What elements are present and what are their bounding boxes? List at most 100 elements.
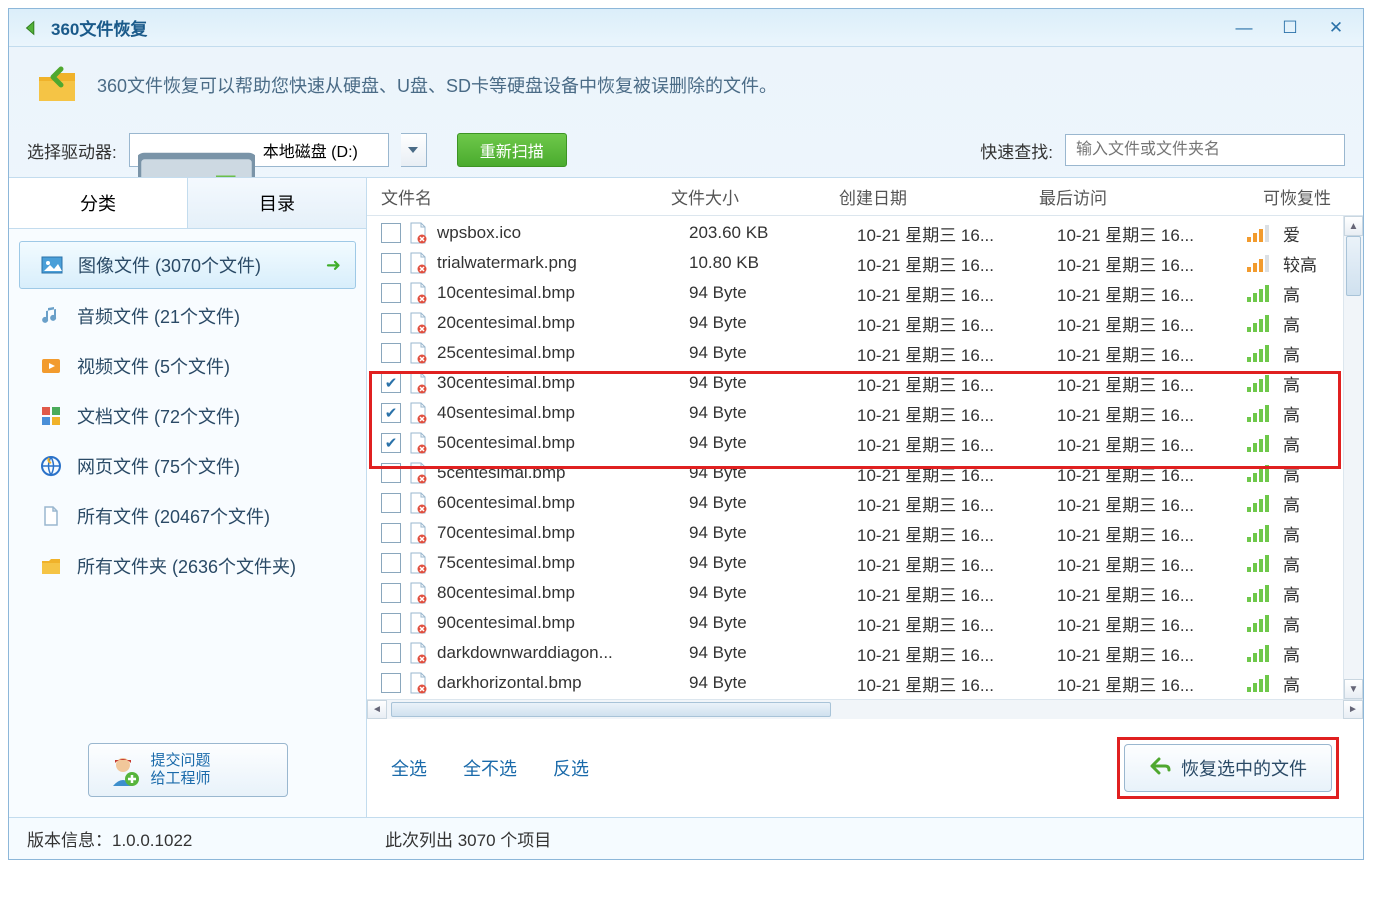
category-label: 文档文件 (72个文件) — [77, 403, 240, 429]
category-item[interactable]: 网页文件 (75个文件) — [9, 441, 366, 491]
drive-dropdown-button[interactable] — [401, 133, 427, 167]
arrow-right-icon: ➜ — [326, 255, 341, 276]
row-checkbox[interactable] — [381, 283, 401, 303]
table-row[interactable]: trialwatermark.png10.80 KB10-21 星期三 16..… — [367, 248, 1363, 278]
scroll-down-button[interactable]: ▼ — [1344, 679, 1363, 699]
row-checkbox[interactable] — [381, 583, 401, 603]
access-date: 10-21 星期三 16... — [1057, 521, 1247, 546]
table-row[interactable]: 20centesimal.bmp94 Byte10-21 星期三 16...10… — [367, 308, 1363, 338]
filename: 40sentesimal.bmp — [437, 403, 689, 423]
created-date: 10-21 星期三 16... — [857, 671, 1057, 696]
table-row[interactable]: ✔40sentesimal.bmp94 Byte10-21 星期三 16...1… — [367, 398, 1363, 428]
row-checkbox[interactable] — [381, 643, 401, 663]
category-item[interactable]: 图像文件 (3070个文件) ➜ — [19, 241, 356, 289]
row-checkbox[interactable] — [381, 493, 401, 513]
category-item[interactable]: 文档文件 (72个文件) — [9, 391, 366, 441]
row-checkbox[interactable] — [381, 223, 401, 243]
scroll-left-button[interactable]: ◄ — [367, 700, 387, 719]
created-date: 10-21 星期三 16... — [857, 341, 1057, 366]
row-checkbox[interactable]: ✔ — [381, 403, 401, 423]
filesize: 94 Byte — [689, 373, 857, 393]
row-checkbox[interactable]: ✔ — [381, 433, 401, 453]
access-date: 10-21 星期三 16... — [1057, 491, 1247, 516]
search-input[interactable] — [1065, 134, 1345, 166]
horizontal-scrollbar[interactable]: ◄ ► — [367, 699, 1363, 719]
table-row[interactable]: 5centesimal.bmp94 Byte10-21 星期三 16...10-… — [367, 458, 1363, 488]
sidebar-footer: 提交问题 给工程师 — [9, 723, 366, 817]
row-checkbox[interactable] — [381, 553, 401, 573]
drive-select[interactable]: 本地磁盘 (D:) — [129, 133, 389, 167]
table-row[interactable]: darkdownwarddiagon...94 Byte10-21 星期三 16… — [367, 638, 1363, 668]
select-none-link[interactable]: 全不选 — [463, 755, 517, 781]
file-deleted-icon — [409, 222, 427, 244]
file-deleted-icon — [409, 582, 427, 604]
category-label: 图像文件 (3070个文件) — [78, 252, 261, 278]
table-row[interactable]: wpsbox.ico203.60 KB10-21 星期三 16...10-21 … — [367, 218, 1363, 248]
status-version: 版本信息：1.0.0.1022 — [27, 826, 385, 851]
file-deleted-icon — [409, 462, 427, 484]
table-row[interactable]: 75centesimal.bmp94 Byte10-21 星期三 16...10… — [367, 548, 1363, 578]
rescan-button[interactable]: 重新扫描 — [457, 133, 567, 167]
row-checkbox[interactable] — [381, 613, 401, 633]
table-row[interactable]: darkupwarddiagonal...94 Byte10-21 星期三 16… — [367, 698, 1363, 699]
category-item[interactable]: 视频文件 (5个文件) — [9, 341, 366, 391]
close-button[interactable]: ✕ — [1313, 15, 1359, 41]
tab-category[interactable]: 分类 — [9, 178, 188, 228]
row-checkbox[interactable] — [381, 313, 401, 333]
search-label: 快速查找: — [980, 138, 1053, 163]
filesize: 94 Byte — [689, 613, 857, 633]
category-icon — [39, 504, 63, 528]
vertical-scrollbar[interactable]: ▲ ▼ — [1343, 216, 1363, 699]
scroll-up-button[interactable]: ▲ — [1344, 216, 1363, 236]
row-checkbox[interactable]: ✔ — [381, 373, 401, 393]
tab-directory[interactable]: 目录 — [188, 178, 366, 228]
col-created[interactable]: 创建日期 — [839, 184, 1039, 209]
created-date: 10-21 星期三 16... — [857, 491, 1057, 516]
file-deleted-icon — [409, 252, 427, 274]
row-checkbox[interactable] — [381, 253, 401, 273]
table-row[interactable]: 10centesimal.bmp94 Byte10-21 星期三 16...10… — [367, 278, 1363, 308]
row-checkbox[interactable] — [381, 523, 401, 543]
access-date: 10-21 星期三 16... — [1057, 581, 1247, 606]
col-recoverability[interactable]: 可恢复性 — [1229, 184, 1353, 209]
row-checkbox[interactable] — [381, 463, 401, 483]
signal-icon — [1247, 315, 1283, 332]
table-row[interactable]: 60centesimal.bmp94 Byte10-21 星期三 16...10… — [367, 488, 1363, 518]
file-deleted-icon — [409, 612, 427, 634]
table-row[interactable]: darkhorizontal.bmp94 Byte10-21 星期三 16...… — [367, 668, 1363, 698]
category-item[interactable]: 所有文件 (20467个文件) — [9, 491, 366, 541]
table-row[interactable]: ✔30centesimal.bmp94 Byte10-21 星期三 16...1… — [367, 368, 1363, 398]
minimize-button[interactable]: — — [1221, 15, 1267, 41]
col-access[interactable]: 最后访问 — [1039, 184, 1229, 209]
col-size[interactable]: 文件大小 — [671, 184, 839, 209]
col-filename[interactable]: 文件名 — [381, 184, 671, 209]
table-row[interactable]: ✔50centesimal.bmp94 Byte10-21 星期三 16...1… — [367, 428, 1363, 458]
file-deleted-icon — [409, 372, 427, 394]
category-item[interactable]: 所有文件夹 (2636个文件夹) — [9, 541, 366, 591]
status-count: 此次列出 3070 个项目 — [385, 826, 551, 851]
table-row[interactable]: 70centesimal.bmp94 Byte10-21 星期三 16...10… — [367, 518, 1363, 548]
table-row[interactable]: 80centesimal.bmp94 Byte10-21 星期三 16...10… — [367, 578, 1363, 608]
hscroll-thumb[interactable] — [391, 702, 831, 717]
scroll-thumb[interactable] — [1346, 236, 1361, 296]
select-all-link[interactable]: 全选 — [391, 755, 427, 781]
recover-button[interactable]: 恢复选中的文件 — [1124, 744, 1332, 792]
access-date: 10-21 星期三 16... — [1057, 281, 1247, 306]
undo-arrow-icon — [1149, 756, 1171, 781]
filename: 80centesimal.bmp — [437, 583, 689, 603]
access-date: 10-21 星期三 16... — [1057, 671, 1247, 696]
sidebar: 分类 目录 图像文件 (3070个文件) ➜ 音频文件 (21个文件)视频文件 (5… — [9, 178, 367, 817]
maximize-button[interactable]: ☐ — [1267, 15, 1313, 41]
access-date: 10-21 星期三 16... — [1057, 461, 1247, 486]
signal-icon — [1247, 675, 1283, 692]
row-checkbox[interactable] — [381, 673, 401, 693]
category-item[interactable]: 音频文件 (21个文件) — [9, 291, 366, 341]
table-row[interactable]: 25centesimal.bmp94 Byte10-21 星期三 16...10… — [367, 338, 1363, 368]
engineer-button[interactable]: 提交问题 给工程师 — [88, 743, 288, 797]
scroll-right-button[interactable]: ► — [1343, 700, 1363, 719]
engineer-text: 提交问题 给工程师 — [151, 752, 211, 788]
table-row[interactable]: 90centesimal.bmp94 Byte10-21 星期三 16...10… — [367, 608, 1363, 638]
row-checkbox[interactable] — [381, 343, 401, 363]
drive-value: 本地磁盘 (D:) — [263, 138, 380, 162]
select-invert-link[interactable]: 反选 — [553, 755, 589, 781]
